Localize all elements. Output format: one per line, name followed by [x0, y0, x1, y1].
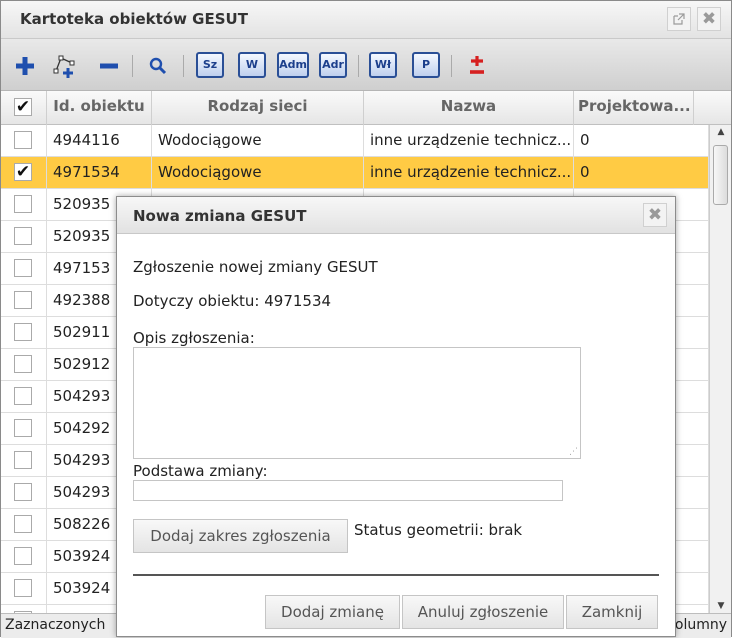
row-checkbox[interactable] [14, 195, 32, 213]
close-icon[interactable]: ✖ [697, 7, 721, 31]
col-header-network-type[interactable]: Rodzaj sieci [152, 91, 364, 125]
col-header-name[interactable]: Nazwa [364, 91, 574, 125]
row-checkbox-cell[interactable] [1, 221, 47, 253]
select-all-checkbox[interactable]: ✔ [14, 98, 32, 116]
row-checkbox-cell[interactable] [1, 445, 47, 477]
dialog-heading: Zgłoszenie nowej zmiany GESUT [133, 258, 378, 276]
w-button[interactable]: W [238, 52, 266, 78]
row-checkbox-cell[interactable] [1, 317, 47, 349]
row-checkbox[interactable] [14, 291, 32, 309]
dialog-divider [133, 574, 659, 576]
row-checkbox[interactable] [14, 131, 32, 149]
row-checkbox-cell[interactable]: ✔ [1, 157, 47, 189]
status-selected-count: Zaznaczonych [5, 617, 106, 633]
row-checkbox-cell[interactable] [1, 605, 47, 613]
row-checkbox-cell[interactable] [1, 253, 47, 285]
row-checkbox[interactable] [14, 547, 32, 565]
row-checkbox-cell[interactable] [1, 189, 47, 221]
status-columns[interactable]: olumny [675, 614, 727, 637]
add-icon[interactable] [11, 52, 39, 80]
popout-icon[interactable] [667, 7, 691, 31]
row-checkbox-cell[interactable] [1, 573, 47, 605]
scroll-thumb[interactable] [713, 145, 728, 205]
row-checkbox[interactable] [14, 515, 32, 533]
row-checkbox[interactable] [14, 355, 32, 373]
close-button[interactable]: Zamknij [566, 595, 658, 629]
toolbar-separator [183, 55, 184, 77]
description-label: Opis zgłoszenia: [133, 329, 255, 347]
window-title-bar: Kartoteka obiektów GESUT ✖ [1, 1, 731, 39]
new-change-dialog: Nowa zmiana GESUT ✖ Zgłoszenie nowej zmi… [116, 196, 676, 637]
geometry-status: Status geometrii: brak [354, 521, 523, 539]
add-vertex-icon[interactable] [51, 52, 79, 80]
adm-button[interactable]: Adm [277, 52, 309, 78]
cell-name: inne urządzenie technicz... [364, 125, 574, 157]
grid-header: ✔ Id. obiektu Rodzaj sieci Nazwa Projekt… [1, 91, 731, 125]
cell-designed: 0 [574, 125, 709, 157]
cell-name: inne urządzenie technicz... [364, 157, 574, 189]
row-checkbox[interactable] [14, 323, 32, 341]
col-header-designed[interactable]: Projektowa... [574, 91, 694, 125]
sz-button[interactable]: Sz [196, 52, 224, 78]
search-icon[interactable] [144, 52, 172, 80]
row-checkbox-cell[interactable] [1, 477, 47, 509]
toolbar: Sz W Adm Adr Wł P [1, 39, 731, 91]
wl-button[interactable]: Wł [369, 52, 397, 78]
toolbar-separator [132, 55, 133, 77]
row-checkbox[interactable] [14, 227, 32, 245]
cell-id: 4971534 [47, 157, 152, 189]
row-checkbox[interactable] [14, 483, 32, 501]
row-checkbox[interactable] [14, 579, 32, 597]
row-checkbox-cell[interactable] [1, 541, 47, 573]
adr-button[interactable]: Adr [319, 52, 347, 78]
cell-id: 4944116 [47, 125, 152, 157]
row-checkbox[interactable] [14, 387, 32, 405]
p-button[interactable]: P [412, 52, 440, 78]
row-checkbox-cell[interactable] [1, 285, 47, 317]
dialog-title-bar: Nowa zmiana GESUT ✖ [117, 197, 675, 234]
row-checkbox[interactable] [14, 419, 32, 437]
scroll-up-icon[interactable]: ▲ [710, 127, 732, 137]
select-all-header[interactable]: ✔ [1, 91, 47, 125]
row-checkbox[interactable] [14, 451, 32, 469]
dialog-title: Nowa zmiana GESUT [133, 207, 307, 225]
vertical-scrollbar[interactable]: ▲ ▼ [709, 125, 731, 613]
scroll-down-icon[interactable]: ▼ [710, 601, 732, 611]
resize-grip-icon[interactable]: ⋰ [569, 447, 579, 457]
row-checkbox-cell[interactable] [1, 413, 47, 445]
table-row[interactable]: 4944116 Wodociągowe inne urządzenie techni… [1, 125, 709, 157]
description-textarea[interactable] [133, 347, 581, 459]
cell-designed: 0 [574, 157, 709, 189]
toolbar-separator [358, 55, 359, 77]
row-checkbox[interactable] [14, 259, 32, 277]
remove-icon[interactable] [95, 52, 123, 80]
basis-label: Podstawa zmiany: [133, 462, 268, 480]
row-checkbox-cell[interactable] [1, 349, 47, 381]
row-checkbox-cell[interactable] [1, 125, 47, 157]
add-change-button[interactable]: Dodaj zmianę [265, 595, 400, 629]
basis-input[interactable] [133, 480, 563, 501]
plus-minus-icon[interactable] [463, 52, 491, 80]
row-checkbox-cell[interactable] [1, 381, 47, 413]
row-checkbox-cell[interactable] [1, 509, 47, 541]
window-title: Kartoteka obiektów GESUT [20, 10, 248, 28]
object-reference: Dotyczy obiektu: 4971534 [133, 292, 332, 310]
row-checkbox[interactable]: ✔ [14, 163, 32, 181]
add-range-button[interactable]: Dodaj zakres zgłoszenia [133, 519, 348, 553]
table-row[interactable]: ✔ 4971534 Wodociągowe inne urządzenie techn… [1, 157, 709, 189]
toolbar-separator [451, 55, 452, 77]
close-icon[interactable]: ✖ [643, 203, 667, 227]
cancel-request-button[interactable]: Anuluj zgłoszenie [402, 595, 564, 629]
col-header-id[interactable]: Id. obiektu [47, 91, 152, 125]
cell-network-type: Wodociągowe [152, 157, 364, 189]
cell-network-type: Wodociągowe [152, 125, 364, 157]
